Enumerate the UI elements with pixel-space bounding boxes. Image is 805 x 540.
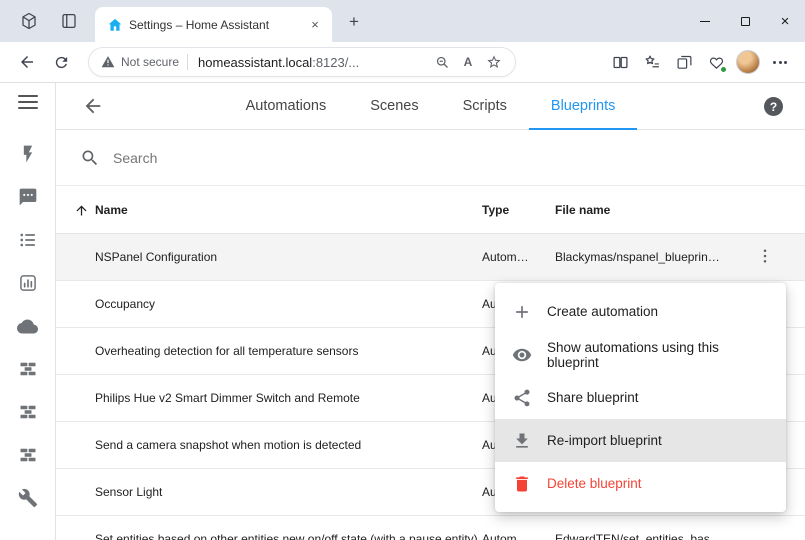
search-icon xyxy=(80,148,100,168)
sidebar-item-energy[interactable] xyxy=(17,143,39,165)
browser-address-bar: Not secure homeassistant.local:8123/... … xyxy=(0,42,805,83)
menu-item-label: Show automations using this blueprint xyxy=(547,340,772,370)
search-row xyxy=(56,130,805,186)
close-icon: × xyxy=(781,14,790,29)
share-icon xyxy=(512,388,532,408)
status-badge xyxy=(720,66,727,73)
eye-icon xyxy=(512,345,532,365)
vertical-tabs-icon[interactable] xyxy=(54,6,84,36)
tab-scripts[interactable]: Scripts xyxy=(441,83,529,130)
ellipsis-icon xyxy=(773,61,787,64)
menu-item-label: Delete blueprint xyxy=(547,476,642,491)
tab-scenes[interactable]: Scenes xyxy=(348,83,440,130)
sidebar-item-logbook[interactable] xyxy=(17,186,39,208)
cell-type: Autom… xyxy=(482,250,529,264)
cell-name: Overheating detection for all temperatur… xyxy=(95,344,358,358)
column-header-type[interactable]: Type xyxy=(482,203,509,217)
blueprint-context-menu: Create automation Show automations using… xyxy=(495,283,786,512)
new-tab-button[interactable]: + xyxy=(342,10,366,34)
sidebar-item-history[interactable] xyxy=(17,272,39,294)
favorite-star-icon[interactable] xyxy=(481,49,507,75)
split-screen-icon[interactable] xyxy=(605,47,635,77)
column-header-name[interactable]: Name xyxy=(95,203,128,217)
menu-item-delete-blueprint[interactable]: Delete blueprint xyxy=(495,462,786,505)
browser-menu-icon[interactable] xyxy=(765,47,795,77)
tab-favicon-home-assistant-icon xyxy=(107,17,123,33)
plus-icon xyxy=(512,302,532,322)
row-overflow-menu-icon[interactable] xyxy=(756,247,774,265)
collections-icon[interactable] xyxy=(669,47,699,77)
ha-sidebar xyxy=(0,83,56,540)
tab-title: Settings – Home Assistant xyxy=(129,18,300,32)
tab-blueprints[interactable]: Blueprints xyxy=(529,83,637,130)
security-label: Not secure xyxy=(121,55,179,69)
divider xyxy=(187,54,188,70)
url-text: homeassistant.local:8123/... xyxy=(198,55,429,70)
window-minimize-button[interactable] xyxy=(685,0,725,42)
cell-name: Set entities based on other entities new… xyxy=(95,532,478,540)
cell-name: Sensor Light xyxy=(95,485,162,499)
trash-icon xyxy=(512,474,532,494)
read-aloud-icon[interactable]: A xyxy=(455,49,481,75)
menu-item-label: Share blueprint xyxy=(547,390,639,405)
window-close-button[interactable]: × xyxy=(765,0,805,42)
cell-file: EdwardTEN/set_entities_bas… xyxy=(555,532,722,540)
sidebar-item-addons[interactable] xyxy=(17,444,39,466)
address-bar-url-field[interactable]: Not secure homeassistant.local:8123/... … xyxy=(88,47,516,77)
workspaces-icon[interactable] xyxy=(14,6,44,36)
maximize-icon xyxy=(741,17,750,26)
sidebar-menu-icon[interactable] xyxy=(18,95,38,109)
sidebar-item-todo-lists[interactable] xyxy=(17,229,39,251)
cell-name: Send a camera snapshot when motion is de… xyxy=(95,438,361,452)
back-button[interactable] xyxy=(12,47,42,77)
window-maximize-button[interactable] xyxy=(725,0,765,42)
menu-item-label: Create automation xyxy=(547,304,658,319)
ha-header: Automations Scenes Scripts Blueprints ? xyxy=(56,83,805,130)
blueprint-nav-tabs: Automations Scenes Scripts Blueprints xyxy=(56,83,805,130)
profile-avatar[interactable] xyxy=(733,47,763,77)
favorites-hub-icon[interactable] xyxy=(637,47,667,77)
menu-item-label: Re-import blueprint xyxy=(547,433,662,448)
table-header: Name Type File name xyxy=(56,186,805,234)
tab-automations[interactable]: Automations xyxy=(224,83,349,130)
column-header-file[interactable]: File name xyxy=(555,203,610,217)
table-row[interactable]: NSPanel Configuration Autom… Blackymas/n… xyxy=(56,234,805,281)
cell-name: Occupancy xyxy=(95,297,155,311)
avatar xyxy=(736,50,760,74)
refresh-button[interactable] xyxy=(46,47,76,77)
menu-item-create-automation[interactable]: Create automation xyxy=(495,290,786,333)
sidebar-item-devices[interactable] xyxy=(17,358,39,380)
minimize-icon xyxy=(700,21,710,22)
zoom-icon[interactable] xyxy=(429,49,455,75)
help-button[interactable]: ? xyxy=(764,97,783,116)
cell-type: Autom… xyxy=(482,532,529,540)
table-row[interactable]: Set entities based on other entities new… xyxy=(56,516,805,540)
menu-item-reimport-blueprint[interactable]: Re-import blueprint xyxy=(495,419,786,462)
cell-name: Philips Hue v2 Smart Dimmer Switch and R… xyxy=(95,391,360,405)
menu-item-share-blueprint[interactable]: Share blueprint xyxy=(495,376,786,419)
browser-essentials-icon[interactable] xyxy=(701,47,731,77)
menu-item-show-automations[interactable]: Show automations using this blueprint xyxy=(495,333,786,376)
tab-close-icon[interactable]: × xyxy=(306,16,324,34)
browser-titlebar: Settings – Home Assistant × + × xyxy=(0,0,805,42)
sort-ascending-icon[interactable] xyxy=(74,203,89,218)
not-secure-warning-icon xyxy=(101,55,115,69)
cell-name: NSPanel Configuration xyxy=(95,250,217,264)
sidebar-item-cloud[interactable] xyxy=(17,315,39,337)
browser-tab[interactable]: Settings – Home Assistant × xyxy=(95,7,332,42)
sidebar-item-integrations[interactable] xyxy=(17,401,39,423)
search-input[interactable] xyxy=(113,150,433,166)
cell-file: Blackymas/nspanel_blueprin… xyxy=(555,250,720,264)
sidebar-item-settings[interactable] xyxy=(17,487,39,509)
download-icon xyxy=(512,431,532,451)
